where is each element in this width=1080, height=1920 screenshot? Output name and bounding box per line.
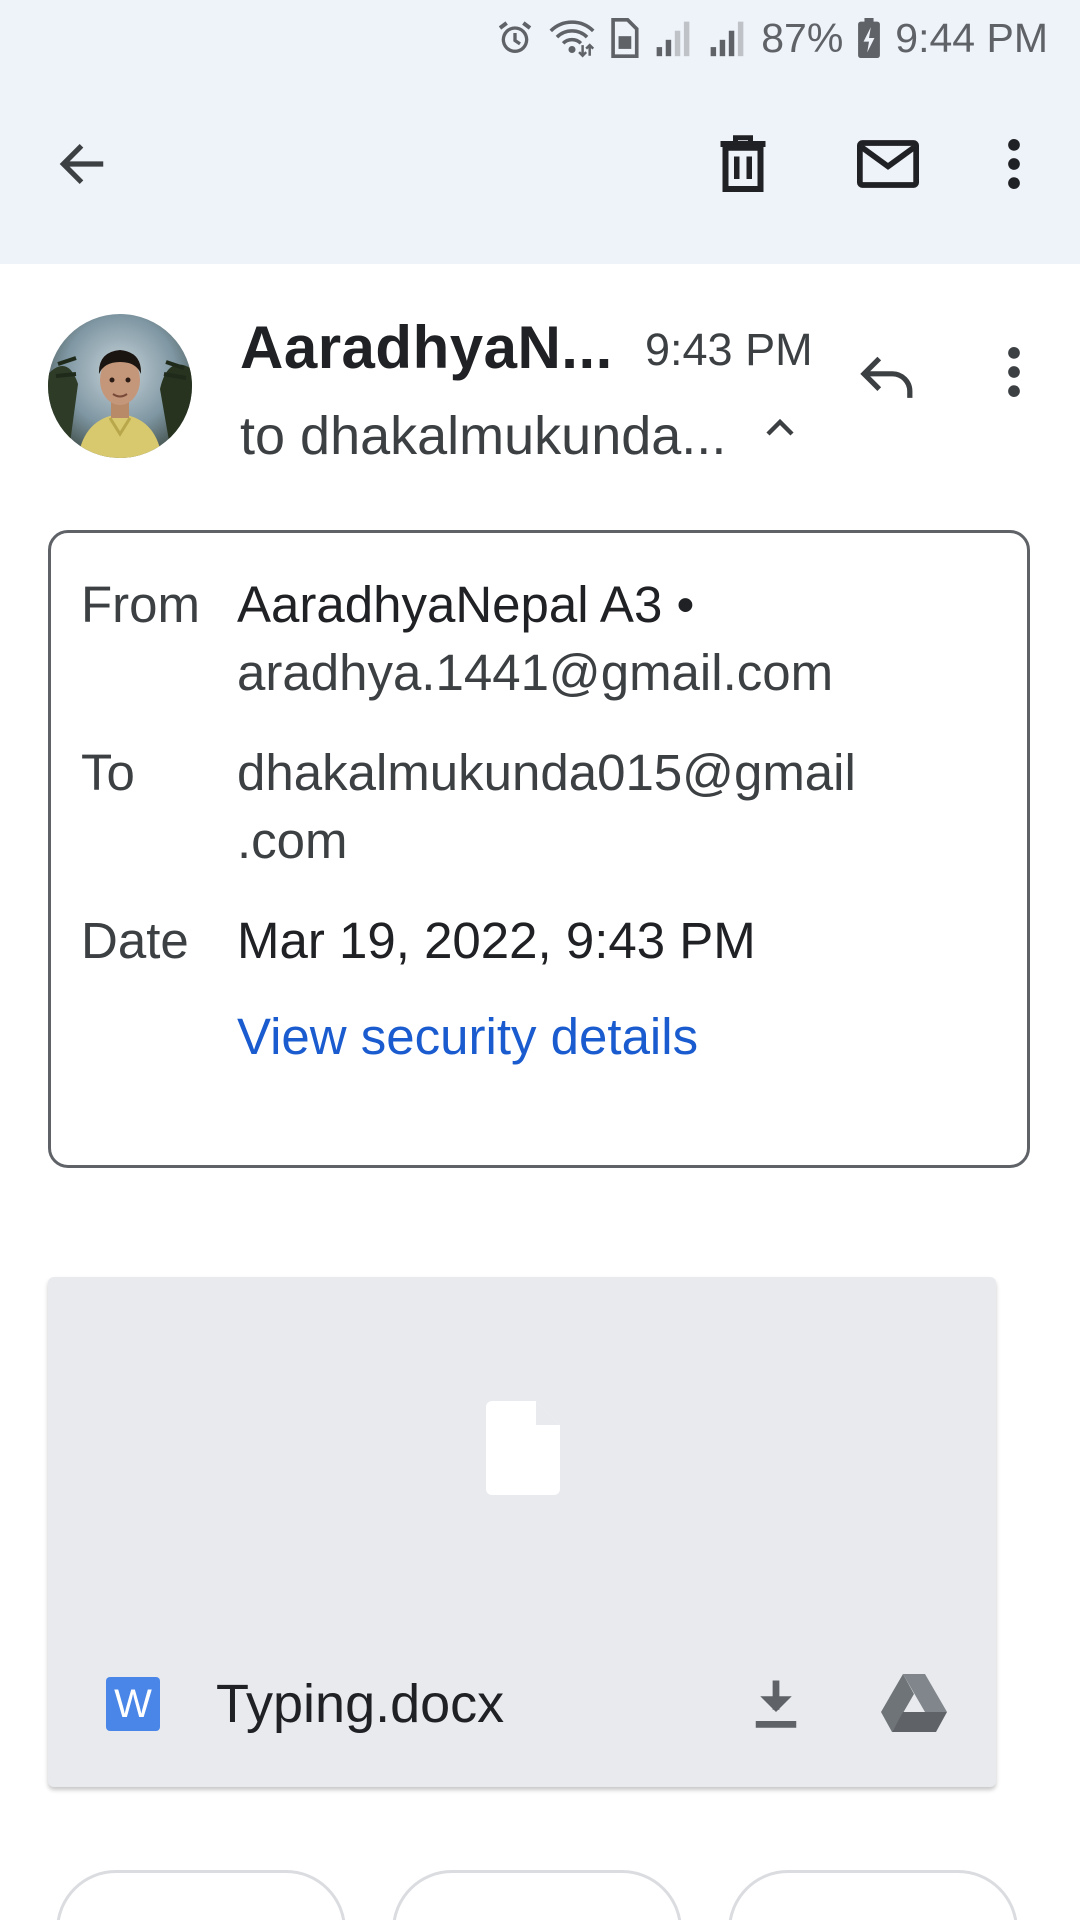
back-button[interactable] (34, 118, 130, 214)
more-vert-icon (1004, 137, 1024, 196)
chevron-up-icon (756, 418, 804, 456)
alarm-icon (495, 18, 535, 58)
forward-action-pill[interactable] (728, 1870, 1018, 1920)
view-security-details-link[interactable]: View security details (237, 1003, 698, 1071)
more-vert-icon (1004, 345, 1024, 404)
download-icon (753, 1676, 799, 1735)
signal-icon (707, 18, 747, 58)
status-icons: 87% 9:44 PM (495, 10, 1048, 66)
google-drive-icon (881, 1673, 947, 1737)
from-label: From (81, 576, 200, 633)
sender-name[interactable]: AaradhyaN... (240, 312, 613, 384)
delete-button[interactable] (695, 118, 791, 214)
document-icon (486, 1401, 560, 1495)
download-attachment-button[interactable] (728, 1657, 824, 1753)
collapse-details-button[interactable] (756, 404, 804, 452)
battery-percent: 87% (761, 15, 844, 61)
clock-time: 9:44 PM (895, 15, 1048, 61)
sender-avatar[interactable] (48, 314, 192, 458)
app-bar (0, 96, 1080, 236)
to-email-continued[interactable]: .com (237, 807, 997, 875)
reply-action-pill[interactable] (56, 1870, 346, 1920)
reply-all-action-pill[interactable] (392, 1870, 682, 1920)
message-details-card: From AaradhyaNepal A3 • aradhya.1441@gma… (48, 530, 1030, 1168)
recipient-summary[interactable]: to dhakalmukunda... (240, 404, 726, 468)
attachment-file-name: Typing.docx (216, 1674, 505, 1734)
mark-unread-icon (857, 139, 920, 194)
to-label: To (81, 744, 135, 801)
overflow-menu-button[interactable] (966, 118, 1062, 214)
signal-icon (653, 18, 693, 58)
from-email[interactable]: aradhya.1441@gmail.com (237, 639, 997, 707)
word-file-icon: W (106, 1677, 160, 1731)
reply-icon (859, 352, 917, 405)
back-arrow-icon (54, 136, 110, 197)
battery-charging-icon (857, 18, 881, 58)
save-to-drive-button[interactable] (866, 1657, 962, 1753)
email-detail-screen: 87% 9:44 PM AaradhyaN... 9:43 PM to dhak… (0, 0, 1080, 1920)
message-more-button[interactable] (966, 326, 1062, 422)
sim-icon (609, 18, 639, 58)
delete-icon (715, 134, 771, 199)
reply-button[interactable] (840, 330, 936, 426)
to-email[interactable]: dhakalmukunda015@gmail (237, 739, 997, 807)
date-value: Mar 19, 2022, 9:43 PM (237, 912, 756, 969)
mark-unread-button[interactable] (840, 118, 936, 214)
date-label: Date (81, 912, 189, 969)
message-time: 9:43 PM (645, 324, 813, 375)
status-bar: 87% 9:44 PM (0, 0, 1080, 76)
from-name: AaradhyaNepal A3 • (237, 576, 695, 633)
wifi-icon (549, 18, 595, 58)
attachment-card[interactable]: W Typing.docx (48, 1277, 996, 1787)
